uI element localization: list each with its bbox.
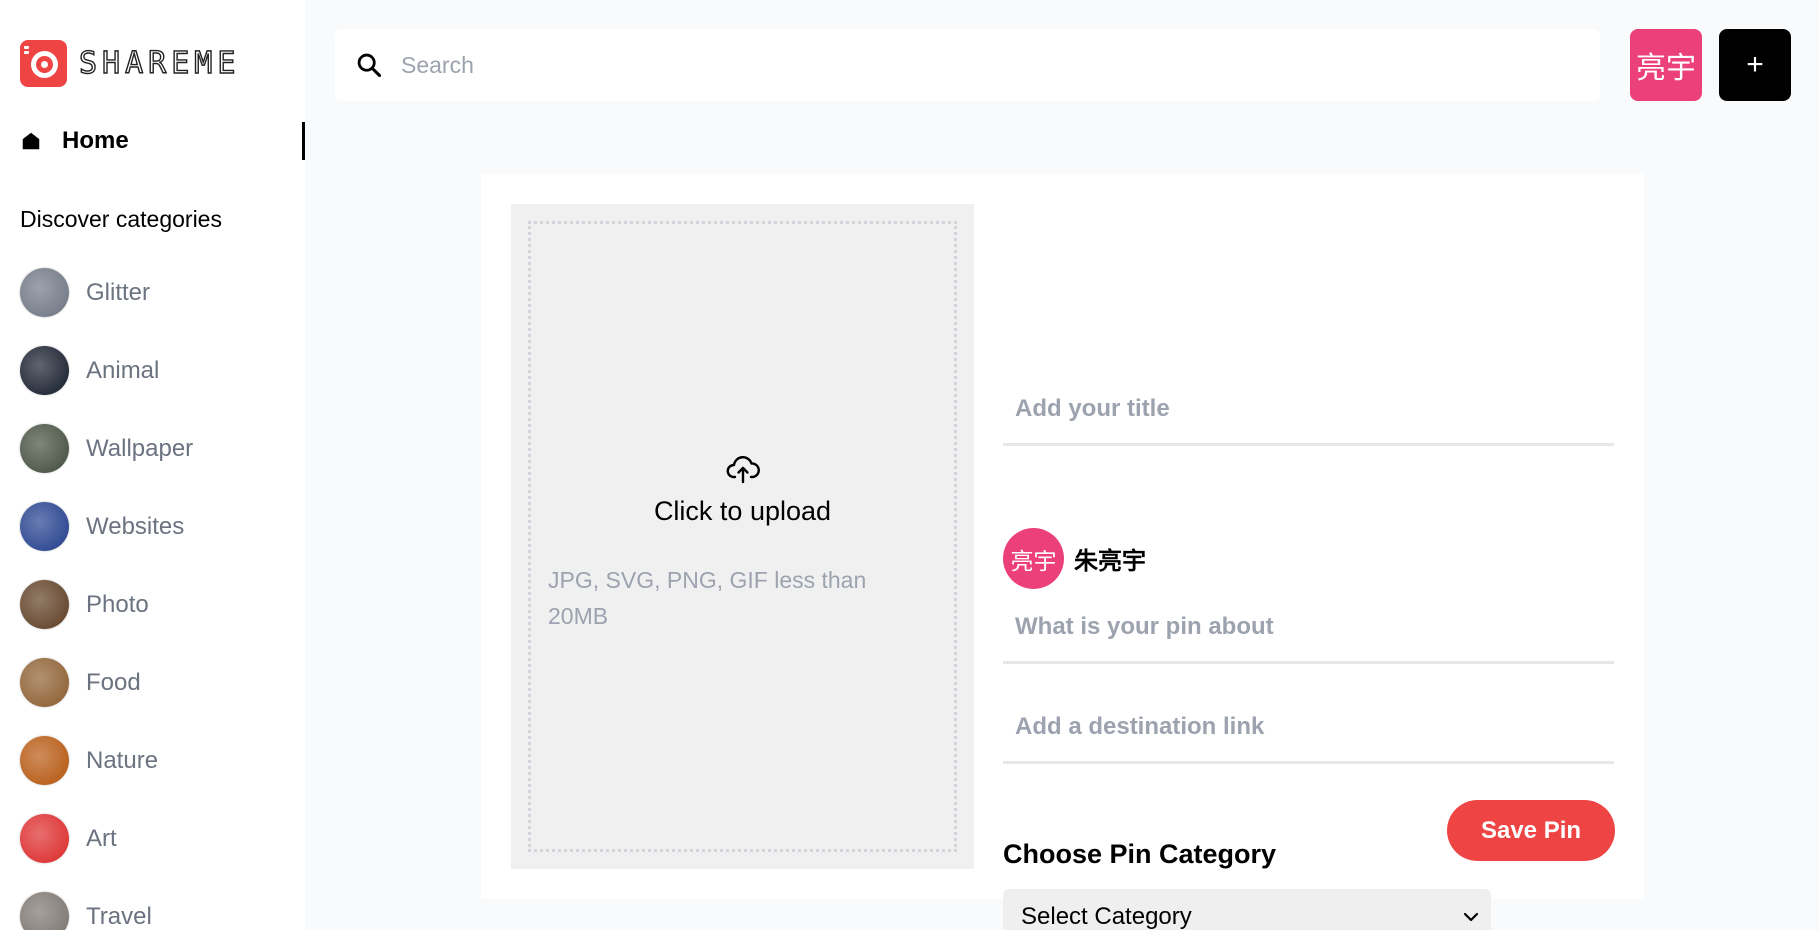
upload-dropzone[interactable]: Click to upload JPG, SVG, PNG, GIF less …: [511, 204, 974, 869]
sidebar-item-label: Home: [62, 127, 129, 154]
category-avatar: [20, 736, 69, 785]
category-label: Food: [86, 668, 141, 696]
home-icon: [22, 132, 40, 150]
upload-hint: JPG, SVG, PNG, GIF less than 20MB: [548, 567, 867, 629]
upload-dashed-area: Click to upload JPG, SVG, PNG, GIF less …: [528, 221, 957, 852]
category-avatar: [20, 658, 69, 707]
sidebar-item-category[interactable]: Wallpaper: [20, 424, 193, 473]
sidebar-item-category[interactable]: Nature: [20, 736, 193, 785]
category-avatar: [20, 892, 69, 930]
category-avatar: [20, 268, 69, 317]
category-label: Photo: [86, 590, 149, 618]
sidebar-item-category[interactable]: Websites: [20, 502, 193, 551]
logo-text: SHAREME: [78, 45, 241, 81]
search-bar[interactable]: [335, 29, 1600, 101]
title-field: [1003, 374, 1614, 446]
title-input[interactable]: [1003, 394, 1614, 423]
category-heading: Choose Pin Category: [1003, 839, 1277, 869]
sidebar-item-category[interactable]: Photo: [20, 580, 193, 629]
category-avatar: [20, 502, 69, 551]
category-label: Websites: [86, 512, 185, 540]
category-avatar: [20, 580, 69, 629]
discover-heading: Discover categories: [20, 206, 222, 232]
upload-title: Click to upload: [653, 496, 832, 526]
category-select-value: Select Category: [1021, 902, 1192, 930]
category-avatar: [20, 814, 69, 863]
chevron-down-icon: [1463, 912, 1479, 921]
sidebar: SHAREME Home Discover categories Glitter…: [0, 0, 305, 930]
user-avatar[interactable]: 亮宇: [1630, 29, 1702, 101]
category-avatar: [20, 424, 69, 473]
create-pin-card: Click to upload JPG, SVG, PNG, GIF less …: [481, 174, 1644, 930]
category-label: Art: [86, 824, 117, 852]
sidebar-item-home[interactable]: Home: [0, 122, 305, 160]
sidebar-item-category[interactable]: Food: [20, 658, 193, 707]
sidebar-item-category[interactable]: Glitter: [20, 268, 193, 317]
save-pin-button[interactable]: Save Pin: [1447, 800, 1615, 861]
camera-icon: [20, 40, 67, 87]
author-info: 亮宇 朱亮宇: [1003, 528, 1146, 589]
category-label: Animal: [86, 356, 160, 384]
destination-field: [1003, 692, 1614, 764]
about-field: [1003, 592, 1614, 664]
search-input[interactable]: [401, 51, 1551, 79]
category-list: Glitter Animal Wallpaper Websites Photo …: [20, 268, 193, 930]
destination-input[interactable]: [1003, 712, 1614, 741]
author-avatar: 亮宇: [1003, 528, 1064, 589]
search-icon: [357, 53, 382, 78]
add-pin-button[interactable]: +: [1719, 29, 1791, 101]
category-label: Nature: [86, 746, 159, 774]
about-input[interactable]: [1003, 612, 1614, 641]
sidebar-item-category[interactable]: Animal: [20, 346, 193, 395]
category-avatar: [20, 346, 69, 395]
category-label: Wallpaper: [86, 434, 194, 462]
category-label: Glitter: [86, 278, 151, 306]
category-select[interactable]: Select Category: [1003, 889, 1491, 930]
sidebar-item-category[interactable]: Travel: [20, 892, 193, 930]
category-label: Travel: [86, 902, 152, 930]
cloud-upload-icon: [726, 456, 760, 484]
sidebar-item-category[interactable]: Art: [20, 814, 193, 863]
app-logo[interactable]: SHAREME: [20, 40, 240, 87]
author-name: 朱亮宇: [1074, 547, 1146, 575]
